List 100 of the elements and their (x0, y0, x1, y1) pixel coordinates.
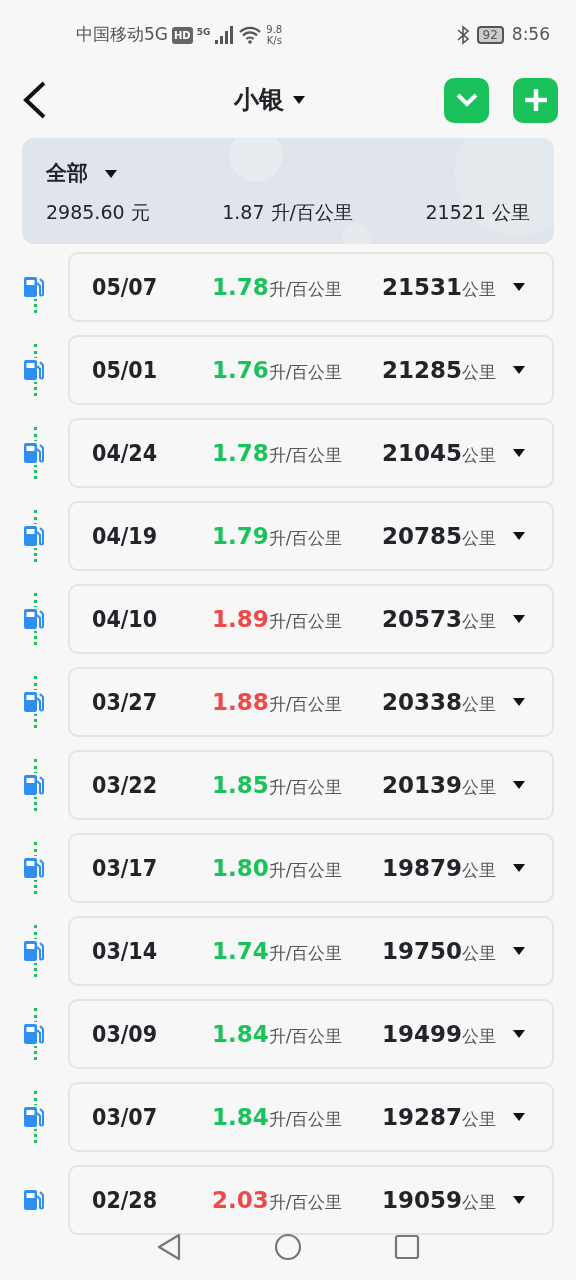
back-icon (22, 81, 48, 119)
odometer-unit: 公里 (462, 1190, 496, 1214)
fuel-pump-icon (22, 773, 46, 797)
filter-dropdown[interactable]: 全部 (46, 158, 88, 190)
caret-icon[interactable] (512, 1112, 526, 1122)
fuel-pump-icon (22, 524, 46, 548)
caret-icon[interactable] (512, 365, 526, 375)
caret-icon[interactable] (512, 697, 526, 707)
caret-icon[interactable] (512, 1195, 526, 1205)
fuel-pump-icon (22, 275, 46, 299)
record-card[interactable]: 03/07 1.84升/百公里 19287公里 (68, 1082, 554, 1152)
back-icon[interactable] (156, 1232, 182, 1261)
consumption-unit: 升/百公里 (268, 526, 343, 550)
odometer-value: 21285 (381, 355, 462, 385)
caret-icon[interactable] (512, 531, 526, 541)
consumption-value: 2.03 (212, 1185, 269, 1215)
record-card[interactable]: 03/22 1.85升/百公里 20139公里 (68, 750, 554, 820)
record-card[interactable]: 03/17 1.80升/百公里 19879公里 (68, 833, 554, 903)
caret-icon[interactable] (104, 168, 118, 179)
fuel-pump-icon (22, 1188, 46, 1212)
wifi-icon (238, 26, 263, 44)
consumption-unit: 升/百公里 (268, 692, 343, 716)
caret-icon[interactable] (512, 946, 526, 956)
signal-icon (214, 26, 235, 44)
odometer-value: 20573 (381, 604, 462, 634)
consumption-unit: 升/百公里 (268, 1107, 343, 1131)
average-consumption: 1.87 升/百公里 (222, 199, 353, 225)
consumption-unit: 升/百公里 (268, 858, 343, 882)
odometer-value: 21045 (381, 438, 462, 468)
record-card[interactable]: 03/09 1.84升/百公里 19499公里 (68, 999, 554, 1069)
consumption-unit: 升/百公里 (268, 609, 343, 633)
consumption-unit: 升/百公里 (268, 1190, 343, 1214)
consumption-value: 1.74 (212, 936, 269, 966)
bluetooth-icon (456, 25, 469, 45)
consumption-value: 1.76 (212, 355, 269, 385)
consumption-value: 1.85 (212, 770, 269, 800)
record-date: 03/27 (92, 687, 159, 717)
consumption-value: 1.89 (212, 604, 269, 634)
odometer-value: 20785 (381, 521, 462, 551)
caret-icon[interactable] (512, 614, 526, 624)
record-card[interactable]: 03/14 1.74升/百公里 19750公里 (68, 916, 554, 986)
caret-icon[interactable] (292, 95, 306, 105)
network-type-text: 5G (196, 26, 211, 40)
consumption-unit: 升/百公里 (268, 360, 343, 384)
caret-icon[interactable] (512, 1029, 526, 1039)
consumption-value: 1.84 (212, 1019, 269, 1049)
odometer-unit: 公里 (462, 277, 496, 301)
record-date: 04/10 (92, 604, 159, 634)
consumption-unit: 升/百公里 (268, 1024, 343, 1048)
consumption-value: 1.78 (212, 438, 269, 468)
odometer-unit: 公里 (462, 609, 496, 633)
record-date: 05/07 (92, 272, 159, 302)
odometer-value: 19059 (381, 1185, 462, 1215)
fuel-pump-icon (22, 441, 46, 465)
record-date: 03/09 (92, 1019, 159, 1049)
record-card[interactable]: 05/07 1.78升/百公里 21531公里 (68, 252, 554, 322)
odometer-unit: 公里 (462, 692, 496, 716)
caret-icon[interactable] (512, 448, 526, 458)
fuel-pump-icon (22, 1022, 46, 1046)
odometer-value: 20338 (381, 687, 462, 717)
record-card[interactable]: 03/27 1.88升/百公里 20338公里 (68, 667, 554, 737)
record-date: 03/07 (92, 1102, 159, 1132)
total-distance: 21521 公里 (425, 199, 530, 225)
chevron-down-icon (454, 93, 479, 107)
caret-icon[interactable] (512, 780, 526, 790)
odometer-unit: 公里 (462, 1024, 496, 1048)
record-date: 05/01 (92, 355, 159, 385)
odometer-value: 19879 (381, 853, 462, 883)
carrier-text: 中国移动5G (76, 23, 168, 47)
consumption-unit: 升/百公里 (268, 277, 343, 301)
record-date: 04/19 (92, 521, 159, 551)
record-date: 03/17 (92, 853, 159, 883)
record-card[interactable]: 04/24 1.78升/百公里 21045公里 (68, 418, 554, 488)
caret-icon[interactable] (512, 863, 526, 873)
consumption-value: 1.79 (212, 521, 269, 551)
consumption-unit: 升/百公里 (268, 775, 343, 799)
odometer-value: 21531 (381, 272, 462, 302)
consumption-unit: 升/百公里 (268, 941, 343, 965)
recent-apps-icon[interactable] (394, 1233, 420, 1260)
total-cost: 2985.60 元 (46, 199, 150, 225)
odometer-value: 19287 (381, 1102, 462, 1132)
record-card[interactable]: 02/28 2.03升/百公里 19059公里 (68, 1165, 554, 1235)
battery-indicator: 92 (476, 25, 504, 45)
back-button[interactable] (22, 81, 48, 119)
odometer-value: 19499 (381, 1019, 462, 1049)
odometer-unit: 公里 (462, 858, 496, 882)
consumption-value: 1.80 (212, 853, 269, 883)
fuel-pump-icon (22, 358, 46, 382)
odometer-value: 20139 (381, 770, 462, 800)
network-badge: HD (172, 26, 193, 44)
caret-icon[interactable] (512, 282, 526, 292)
record-date: 03/14 (92, 936, 159, 966)
fuel-pump-icon (22, 607, 46, 631)
record-card[interactable]: 04/10 1.89升/百公里 20573公里 (68, 584, 554, 654)
odometer-unit: 公里 (462, 360, 496, 384)
record-date: 03/22 (92, 770, 159, 800)
home-icon[interactable] (274, 1232, 302, 1261)
record-card[interactable]: 05/01 1.76升/百公里 21285公里 (68, 335, 554, 405)
record-card[interactable]: 04/19 1.79升/百公里 20785公里 (68, 501, 554, 571)
odometer-value: 19750 (381, 936, 462, 966)
